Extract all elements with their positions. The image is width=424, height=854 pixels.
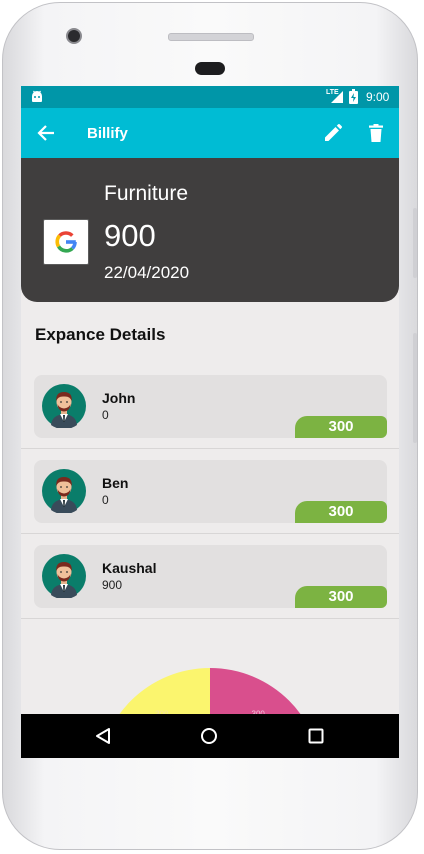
speaker-grille <box>168 33 254 41</box>
google-g-icon <box>55 231 77 253</box>
page-title: Billify <box>87 125 128 142</box>
expense-amount: 900 <box>104 218 156 253</box>
member-share-badge: 300 <box>295 416 387 438</box>
avatar <box>42 554 86 598</box>
expense-date: 22/04/2020 <box>104 263 190 282</box>
app-bar: Billify <box>21 108 399 158</box>
arrow-left-icon[interactable] <box>37 124 55 142</box>
member-name: Kaushal <box>102 560 157 576</box>
list-divider <box>21 618 399 619</box>
signal-icon <box>331 91 343 103</box>
member-share-badge: 300 <box>295 586 387 608</box>
trash-icon[interactable] <box>369 124 383 142</box>
volume-button <box>413 333 417 443</box>
battery-icon <box>349 89 358 104</box>
member-card[interactable]: John 0 300 <box>34 375 387 438</box>
chart-slice <box>210 668 301 714</box>
section-title: Expance Details <box>35 325 166 344</box>
status-bar: LTE 9:00 <box>21 86 399 108</box>
nav-back-icon[interactable] <box>95 727 111 745</box>
list-divider <box>21 533 399 534</box>
member-share-badge: 300 <box>295 501 387 523</box>
android-notification-icon <box>32 90 42 102</box>
expense-logo <box>43 219 89 265</box>
system-nav-bar <box>21 714 399 758</box>
member-name: John <box>102 390 136 406</box>
member-paid: 0 <box>102 408 109 422</box>
avatar <box>42 469 86 513</box>
chart-slice <box>119 668 210 714</box>
app-screen: LTE 9:00 Billify Furniture 900 22/04/202… <box>21 86 399 758</box>
earpiece <box>195 62 225 75</box>
nav-home-icon[interactable] <box>200 727 218 745</box>
member-card[interactable]: Ben 0 300 <box>34 460 387 523</box>
status-time: 9:00 <box>366 90 390 104</box>
avatar <box>42 384 86 428</box>
member-card[interactable]: Kaushal 900 300 <box>34 545 387 608</box>
nav-recents-icon[interactable] <box>308 728 324 744</box>
pencil-icon[interactable] <box>323 124 342 143</box>
front-camera <box>66 28 82 44</box>
member-name: Ben <box>102 475 129 491</box>
member-paid: 900 <box>102 578 123 592</box>
share-donut-chart: 300 300 <box>119 668 301 714</box>
member-paid: 0 <box>102 493 109 507</box>
list-divider <box>21 448 399 449</box>
expense-name: Furniture <box>104 182 189 205</box>
power-button <box>413 208 417 278</box>
